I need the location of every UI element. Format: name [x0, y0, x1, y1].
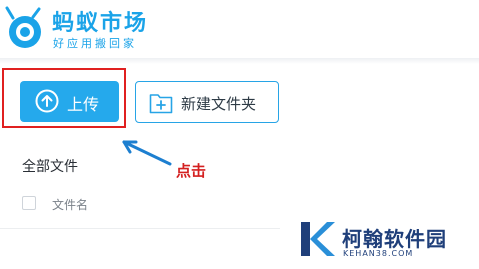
column-header-filename[interactable]: 文件名 [52, 196, 88, 213]
watermark-url: KEHAN38.COM [343, 249, 414, 258]
app-header: 蚂蚁市场 好应用搬回家 [0, 0, 479, 58]
upload-button[interactable]: 上传 [20, 81, 119, 122]
k-logo-icon [301, 222, 335, 256]
watermark-title: 柯翰软件园 [342, 227, 447, 251]
ant-logo-icon [5, 6, 41, 48]
new-folder-button-label: 新建文件夹 [181, 95, 257, 113]
upload-arrow-icon [35, 89, 59, 113]
new-folder-button[interactable]: 新建文件夹 [135, 81, 279, 123]
section-title: 全部文件 [22, 159, 78, 175]
select-all-checkbox[interactable] [22, 196, 36, 210]
upload-button-label: 上传 [67, 95, 100, 114]
app-title: 蚂蚁市场 [52, 11, 149, 36]
header-divider [0, 58, 479, 64]
click-annotation: 点击 [176, 162, 207, 180]
folder-plus-icon [149, 94, 173, 114]
pointer-arrow-icon [122, 140, 172, 166]
app-subtitle: 好应用搬回家 [53, 37, 137, 50]
list-divider [0, 228, 280, 229]
